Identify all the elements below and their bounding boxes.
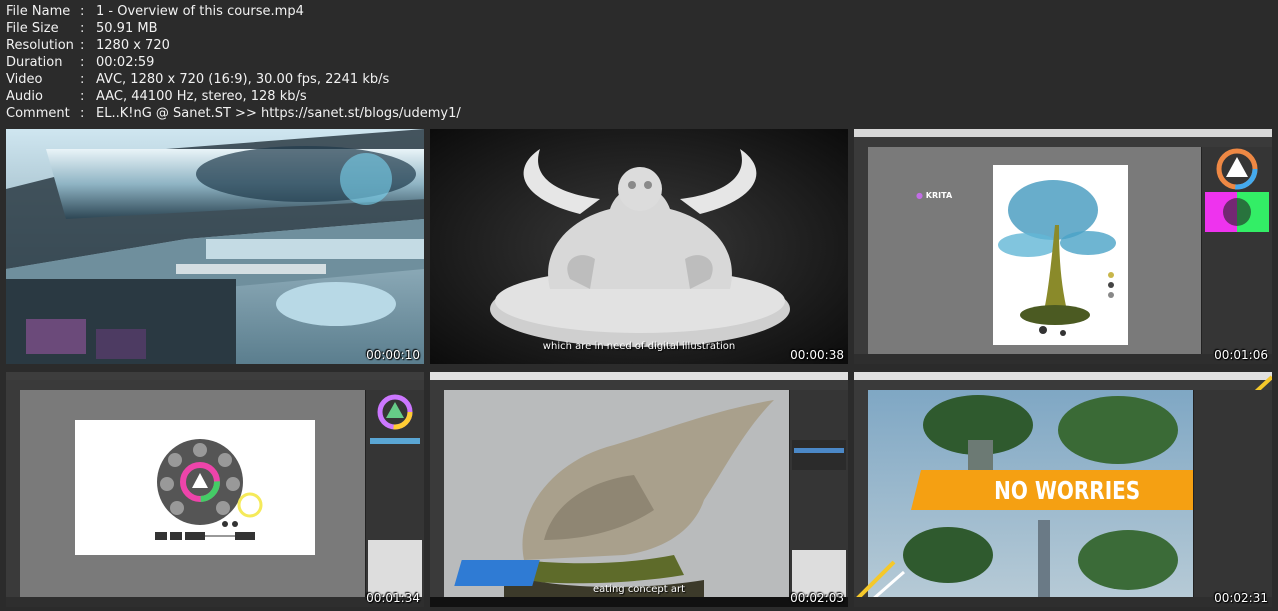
krita-menubar — [6, 372, 424, 380]
thumbnail-2[interactable]: which are in need of digital illustratio… — [430, 129, 848, 364]
info-value: 00:02:59 — [96, 55, 155, 70]
file-info-panel: File Name:1 - Overview of this course.mp… — [6, 3, 461, 122]
krita-dockers — [1201, 147, 1272, 354]
info-row-audio: Audio: AAC, 44100 Hz, stereo, 128 kb/s — [6, 88, 461, 105]
info-row-video: Video: AVC, 1280 x 720 (16:9), 30.00 fps,… — [6, 71, 461, 88]
krita-canvas — [20, 390, 366, 597]
docker-panels — [792, 440, 846, 600]
no-worries-banner: NO WORRIES — [911, 470, 1223, 510]
info-value: 1280 x 720 — [96, 38, 170, 53]
blue-lower-third — [454, 560, 540, 586]
info-row-duration: Duration:00:02:59 — [6, 54, 461, 71]
krita-toolbox — [854, 147, 868, 354]
subtitle: which are in need of digital illustratio… — [542, 341, 736, 352]
info-value: EL..K!nG @ Sanet.ST >> https://sanet.st/… — [96, 106, 461, 121]
info-value: AAC, 44100 Hz, stereo, 128 kb/s — [96, 89, 307, 104]
info-row-file-size: File Size:50.91 MB — [6, 20, 461, 37]
window-titlebar — [430, 372, 848, 380]
banner-text: NO WORRIES — [993, 475, 1141, 505]
canvas-document — [75, 420, 315, 555]
krita-statusbar — [6, 597, 424, 607]
timestamp: 00:01:06 — [1214, 348, 1268, 362]
info-value: 50.91 MB — [96, 21, 158, 36]
thumbnail-1[interactable]: 00:00:10 — [6, 129, 424, 364]
info-separator: : — [80, 21, 85, 36]
krita-toolbox — [854, 390, 868, 597]
info-separator: : — [80, 38, 85, 53]
timestamp: 00:02:03 — [790, 591, 844, 605]
info-key: Audio — [6, 89, 43, 104]
timestamp: 00:01:34 — [366, 591, 420, 605]
color-selector — [370, 394, 420, 444]
krita-canvas — [444, 390, 790, 597]
info-separator: : — [80, 4, 85, 19]
thumbnail-grid: 00:00:10 which are in need of digital il… — [6, 129, 1272, 607]
thumbnail-6[interactable]: NO WORRIES 00:02:31 — [854, 372, 1272, 607]
thumbnail-1-art — [6, 129, 424, 364]
timestamp: 00:00:10 — [366, 348, 420, 362]
timestamp: 00:02:31 — [1214, 591, 1268, 605]
krita-toolbox — [6, 390, 20, 597]
window-titlebar — [854, 372, 1272, 380]
krita-logo: KRITA — [916, 191, 952, 200]
info-key: File Name — [6, 4, 71, 19]
taskbar — [430, 597, 848, 607]
info-key: File Size — [6, 21, 59, 36]
thumbnail-4[interactable]: 00:01:34 — [6, 372, 424, 607]
tree-art — [998, 180, 1116, 336]
info-separator: : — [80, 106, 85, 121]
info-key: Duration — [6, 55, 63, 70]
thumbnail-5[interactable]: eating concept art 00:02:03 — [430, 372, 848, 607]
krita-statusbar — [854, 354, 1272, 364]
info-separator: : — [80, 55, 85, 70]
canvas-document — [993, 165, 1128, 345]
info-row-resolution: Resolution:1280 x 720 — [6, 37, 461, 54]
krita-dockers — [1193, 390, 1272, 597]
info-separator: : — [80, 72, 85, 87]
info-key: Resolution — [6, 38, 74, 53]
timestamp: 00:00:38 — [790, 348, 844, 362]
krita-toolbox — [430, 390, 444, 597]
krita-dockers — [365, 390, 424, 606]
krita-menubar — [854, 129, 1272, 137]
info-row-comment: Comment: EL..K!nG @ Sanet.ST >> https://s… — [6, 105, 461, 122]
info-key: Comment — [6, 106, 70, 121]
popup-palette — [155, 439, 263, 540]
krita-dockers — [789, 390, 848, 600]
info-key: Video — [6, 72, 43, 87]
subtitle: eating concept art — [592, 584, 686, 595]
color-selector — [1205, 148, 1269, 232]
krita-statusbar — [854, 597, 1272, 607]
info-row-file-name: File Name:1 - Overview of this course.mp… — [6, 3, 461, 20]
info-value: AVC, 1280 x 720 (16:9), 30.00 fps, 2241 … — [96, 72, 390, 87]
krita-canvas: KRITA — [868, 147, 1202, 354]
thumbnail-2-art — [430, 129, 848, 364]
info-value: 1 - Overview of this course.mp4 — [96, 4, 304, 19]
info-separator: : — [80, 89, 85, 104]
thumbnail-3[interactable]: KRITA 00:01:06 — [854, 129, 1272, 364]
